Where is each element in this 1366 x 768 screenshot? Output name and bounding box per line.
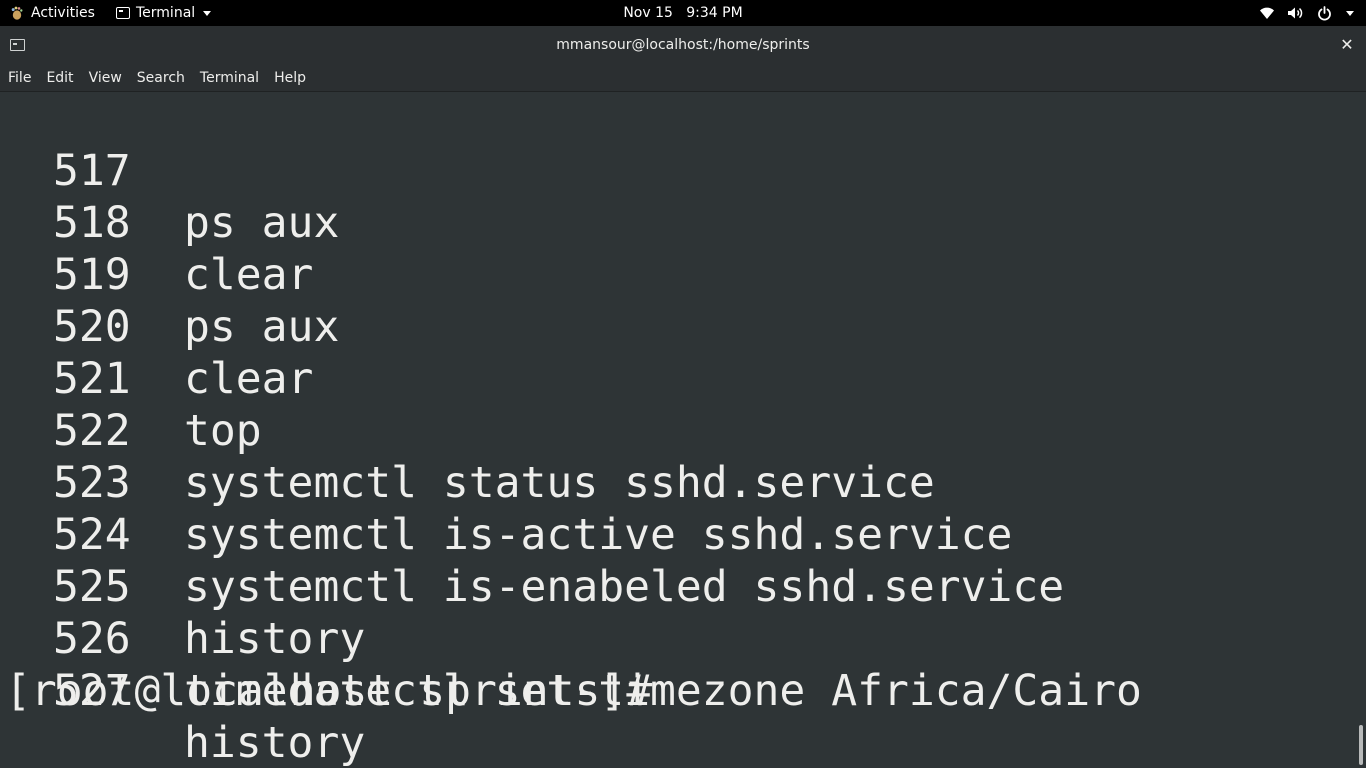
history-line: 521 top bbox=[0, 301, 262, 456]
activities-button[interactable]: Activities bbox=[10, 0, 95, 26]
top-bar: Activities Terminal Nov 15 9:34 PM bbox=[0, 0, 1366, 26]
scrollbar-thumb[interactable] bbox=[1359, 725, 1363, 765]
menu-view[interactable]: View bbox=[81, 64, 129, 92]
history-line: 517 ps aux bbox=[0, 93, 339, 248]
volume-icon bbox=[1288, 7, 1303, 19]
history-line: 525 history bbox=[0, 509, 365, 664]
history-line: 519 ps aux bbox=[0, 197, 339, 352]
menu-file[interactable]: File bbox=[0, 64, 38, 92]
menu-help[interactable]: Help bbox=[266, 64, 313, 92]
chevron-down-icon bbox=[203, 10, 212, 16]
history-line: 527 history bbox=[0, 613, 365, 768]
history-command: systemctl status sshd.service bbox=[184, 458, 935, 508]
terminal-icon bbox=[116, 7, 130, 19]
history-command: clear bbox=[184, 354, 314, 404]
menu-bar: File Edit View Search Terminal Help bbox=[0, 64, 1366, 92]
window-titlebar[interactable]: mmansour@localhost:/home/sprints ✕ bbox=[0, 26, 1366, 64]
clock[interactable]: Nov 15 9:34 PM bbox=[623, 5, 742, 21]
menu-terminal[interactable]: Terminal bbox=[192, 64, 266, 92]
activities-label: Activities bbox=[31, 5, 95, 21]
history-line: 520 clear bbox=[0, 249, 313, 404]
gnome-foot-icon bbox=[11, 6, 23, 20]
menu-search[interactable]: Search bbox=[129, 64, 192, 92]
power-icon bbox=[1318, 5, 1331, 20]
terminal-output[interactable]: 517 ps aux 518 clear 519 ps aux 520 clea… bbox=[0, 92, 1356, 768]
chevron-down-icon bbox=[1346, 10, 1354, 16]
history-line: 522 systemctl status sshd.service bbox=[0, 353, 935, 508]
app-menu-label: Terminal bbox=[136, 5, 196, 21]
history-command: history bbox=[184, 718, 366, 768]
history-line: 523 systemctl is-active sshd.service bbox=[0, 405, 1012, 560]
history-command: top bbox=[184, 406, 262, 456]
history-command: ps aux bbox=[184, 198, 340, 248]
system-status-menu[interactable] bbox=[1259, 0, 1354, 26]
history-line: 518 clear bbox=[0, 145, 313, 300]
history-line: 526 timedatectl set-timezone Africa/Cair… bbox=[0, 561, 1142, 716]
menu-edit[interactable]: Edit bbox=[38, 64, 80, 92]
wifi-icon bbox=[1260, 7, 1274, 20]
history-command: ps aux bbox=[184, 302, 340, 352]
history-command: systemctl is-active sshd.service bbox=[184, 510, 1013, 560]
history-command: clear bbox=[184, 250, 314, 300]
history-command: systemctl is-enabeled sshd.service bbox=[184, 562, 1065, 612]
terminal-scrollbar[interactable] bbox=[1356, 92, 1366, 768]
shell-prompt[interactable]: [root@localhost sprints]# bbox=[5, 665, 652, 717]
app-menu-button[interactable]: Terminal bbox=[116, 0, 212, 26]
history-command: history bbox=[184, 614, 366, 664]
history-line: 524 systemctl is-enabeled sshd.service bbox=[0, 457, 1064, 612]
close-icon[interactable]: ✕ bbox=[1338, 36, 1356, 54]
window-title: mmansour@localhost:/home/sprints bbox=[556, 37, 810, 53]
